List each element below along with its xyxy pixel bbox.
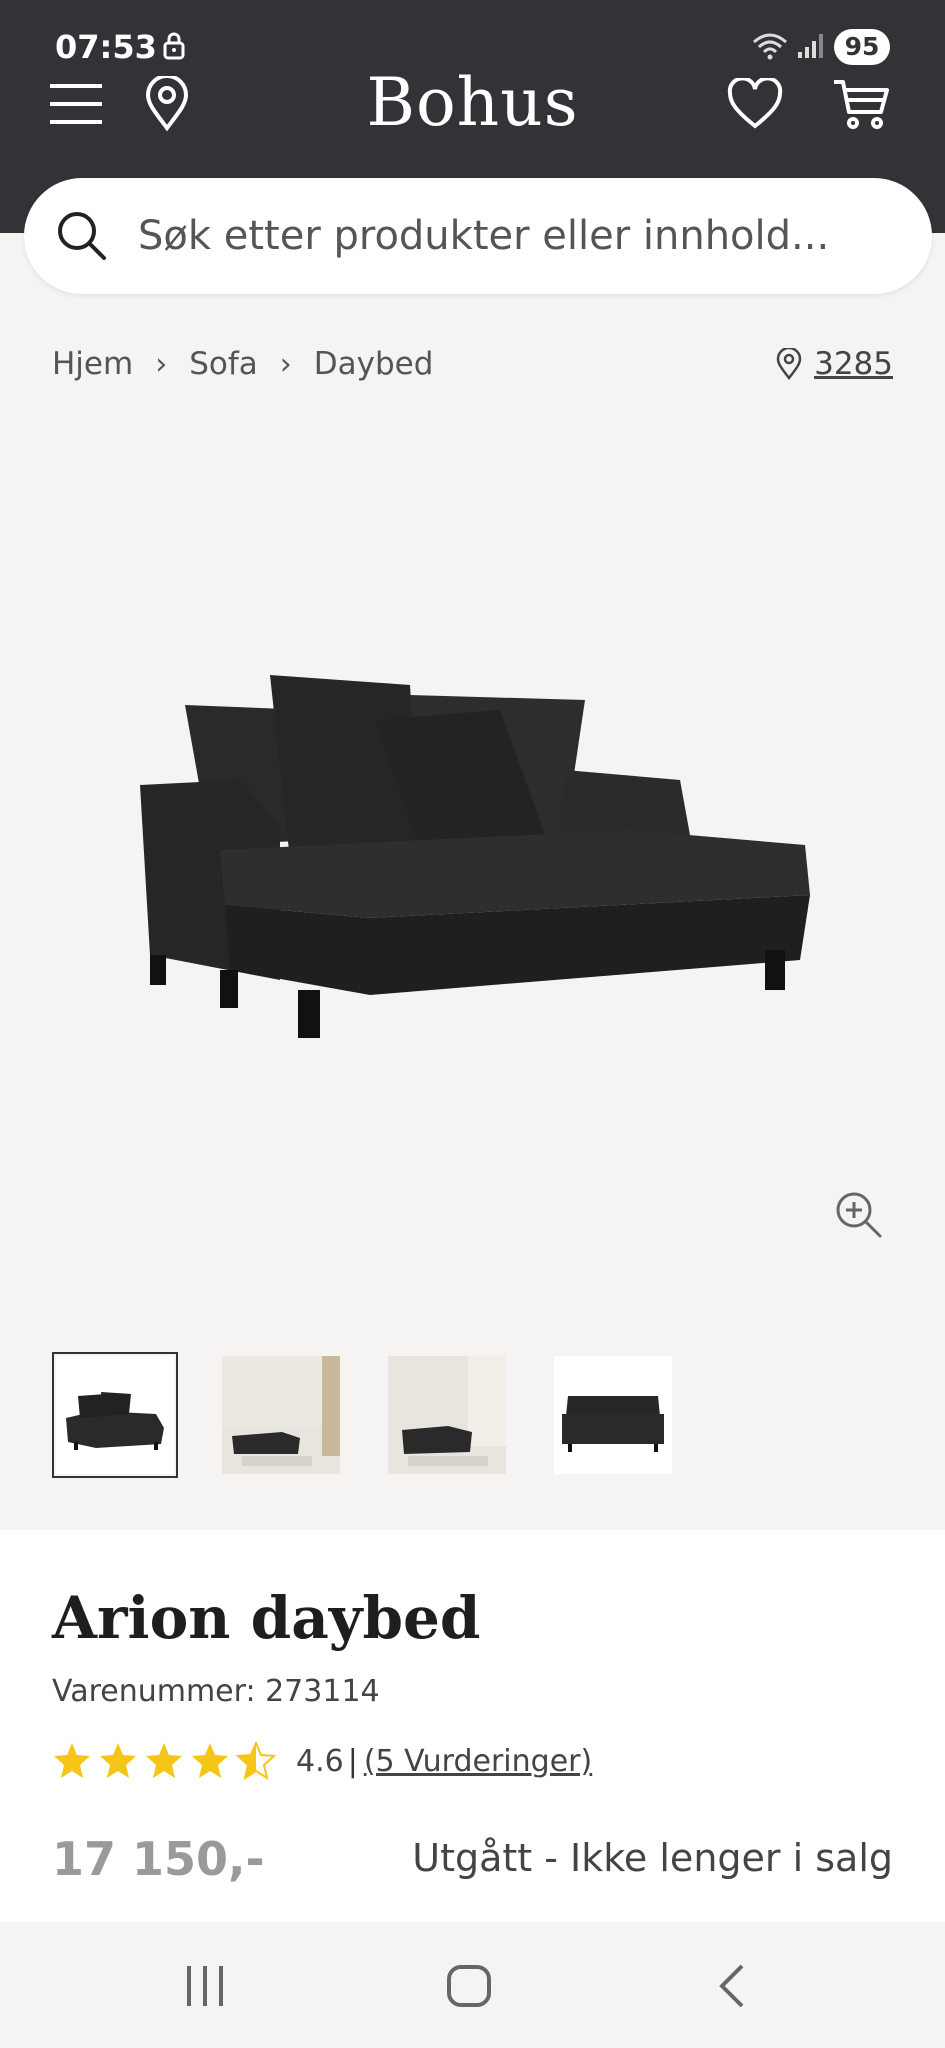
- location-pin-icon: [776, 348, 802, 380]
- search-input[interactable]: [138, 206, 898, 266]
- star-rating: [52, 1742, 276, 1780]
- chevron-right-icon: ›: [155, 346, 168, 382]
- heart-icon[interactable]: [727, 78, 783, 130]
- rating-separator: |: [347, 1743, 358, 1779]
- star-icon: [192, 1743, 228, 1778]
- breadcrumb: Hjem › Sofa › Daybed: [52, 346, 433, 382]
- signal-icon: [798, 34, 823, 58]
- product-price: 17 150,-: [52, 1832, 265, 1886]
- rating-value: 4.6: [296, 1743, 344, 1779]
- star-icon: [54, 1743, 90, 1778]
- thumbnail-4[interactable]: [550, 1352, 676, 1478]
- breadcrumb-home[interactable]: Hjem: [52, 346, 133, 382]
- status-time: 07:53: [55, 28, 157, 66]
- cart-icon[interactable]: [832, 78, 890, 130]
- reviews-link[interactable]: (5 Vurderinger): [364, 1744, 592, 1779]
- zoom-in-icon[interactable]: [834, 1190, 884, 1240]
- product-info-panel: Arion daybed Varenummer: 273114 4.6 | (5…: [0, 1530, 945, 1922]
- product-sku: Varenummer: 273114: [52, 1674, 380, 1709]
- store-number[interactable]: 3285: [814, 346, 893, 382]
- half-star-icon: [236, 1742, 276, 1780]
- wifi-icon: [753, 33, 787, 60]
- product-rating: 4.6 | (5 Vurderinger): [52, 1742, 592, 1780]
- star-icon: [146, 1743, 182, 1778]
- thumbnail-3[interactable]: [384, 1352, 510, 1478]
- home-icon[interactable]: [446, 1964, 492, 2008]
- store-selector[interactable]: 3285: [776, 346, 893, 382]
- product-image[interactable]: [120, 650, 840, 1100]
- back-icon[interactable]: [716, 1964, 748, 2008]
- thumbnail-2[interactable]: [218, 1352, 344, 1478]
- breadcrumb-daybed: Daybed: [313, 346, 434, 382]
- brand-logo[interactable]: Bohus: [0, 64, 945, 141]
- chevron-right-icon: ›: [279, 346, 292, 382]
- search-bar[interactable]: [24, 178, 932, 294]
- availability-status: Utgått - Ikke lenger i salg: [412, 1836, 893, 1880]
- breadcrumb-sofa[interactable]: Sofa: [189, 346, 258, 382]
- system-nav-bar: [0, 1922, 945, 2048]
- lock-icon: [163, 32, 185, 60]
- thumbnail-1[interactable]: [52, 1352, 178, 1478]
- status-bar: 07:53 95: [0, 0, 945, 70]
- thumbnail-strip: [52, 1352, 676, 1478]
- star-icon: [100, 1743, 136, 1778]
- recent-apps-icon[interactable]: [183, 1964, 227, 2008]
- search-icon: [58, 212, 106, 260]
- product-title: Arion daybed: [52, 1584, 481, 1652]
- battery-indicator: 95: [834, 29, 890, 65]
